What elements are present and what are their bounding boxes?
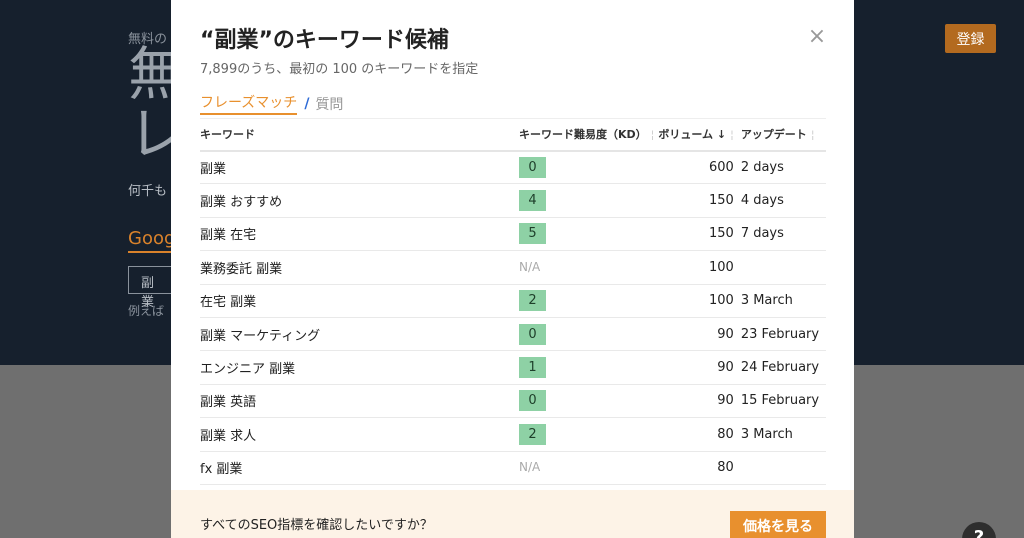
update-cell: 3 March: [733, 284, 826, 318]
volume-cell: 100: [654, 250, 734, 285]
kd-na-label: N/A: [519, 259, 541, 274]
keyword-cell: 業務委託 副業: [200, 250, 519, 285]
keyword-cell: 在宅 副業: [200, 284, 519, 318]
volume-cell: 100: [654, 284, 734, 318]
column-header-keyword: キーワード: [200, 118, 519, 152]
keyword-cell: 副業: [200, 150, 519, 185]
keyword-cell: 副業 マーケティング: [200, 317, 519, 352]
table-row[interactable]: エンジニア 副業 1 90 24 February: [200, 350, 826, 385]
volume-cell: 90: [654, 350, 734, 385]
tab-questions[interactable]: 質問: [315, 94, 343, 114]
keyword-cell: 副業 求人: [200, 417, 519, 452]
kd-cell: 0: [519, 384, 655, 419]
update-cell: 15 February: [733, 384, 826, 419]
kd-badge: 5: [519, 223, 546, 245]
update-cell: 23 February: [733, 317, 826, 352]
kd-badge: 0: [519, 323, 546, 345]
volume-cell: 80: [654, 451, 734, 485]
keyword-table: キーワード キーワード難易度（KD） ¦ ボリューム ↓ ¦ アップデート ¦ 副業 0…: [200, 118, 826, 485]
kd-badge: 2: [519, 290, 546, 312]
close-icon[interactable]: ×: [805, 24, 829, 49]
table-row[interactable]: 在宅 副業 2 100 3 March: [200, 284, 826, 318]
kd-cell: 4: [519, 183, 655, 218]
update-cell: 2 days: [733, 150, 826, 185]
footer-question: すべてのSEO指標を確認したいですか？: [200, 518, 433, 533]
keyword-cell: 副業 おすすめ: [200, 183, 519, 218]
kd-cell: N/A: [519, 250, 655, 285]
table-row[interactable]: 副業 在宅 5 150 7 days: [200, 217, 826, 252]
volume-cell: 600: [654, 150, 734, 185]
update-cell: [733, 451, 826, 485]
keyword-cell: 副業 英語: [200, 384, 519, 419]
update-cell: 4 days: [733, 183, 826, 218]
table-body: 副業 0 600 2 days 副業 おすすめ 4 150 4 days 副業 在宅 5 150 7 …: [200, 150, 826, 485]
kd-cell: N/A: [519, 451, 655, 485]
kd-cell: 1: [519, 350, 655, 385]
kd-cell: 0: [519, 150, 655, 185]
kd-badge: 4: [519, 190, 546, 212]
update-cell: 3 March: [733, 417, 826, 452]
tab-phrase-match[interactable]: フレーズマッチ: [200, 92, 298, 115]
column-header-volume[interactable]: ボリューム ↓ ¦: [654, 118, 734, 152]
volume-cell: 150: [654, 217, 734, 252]
keyword-cell: fx 副業: [200, 451, 519, 485]
see-pricing-button[interactable]: 価格を見る: [730, 511, 826, 538]
kd-badge: 1: [519, 357, 546, 379]
volume-cell: 80: [654, 417, 734, 452]
column-header-update[interactable]: アップデート ¦: [733, 118, 826, 152]
table-row[interactable]: 業務委託 副業 N/A 100: [200, 250, 826, 285]
kd-cell: 5: [519, 217, 655, 252]
volume-cell: 90: [654, 384, 734, 419]
kd-cell: 2: [519, 417, 655, 452]
update-cell: 7 days: [733, 217, 826, 252]
table-row[interactable]: 副業 おすすめ 4 150 4 days: [200, 183, 826, 218]
modal-subtitle: 7,899のうち、最初の 100 のキーワードを指定: [200, 62, 479, 77]
modal-title: “副業”のキーワード候補: [200, 28, 449, 53]
background-example-text: 例えば: [128, 304, 165, 318]
kd-na-label: N/A: [519, 460, 541, 475]
kd-cell: 2: [519, 284, 655, 318]
tab-separator: /: [304, 95, 310, 112]
table-row[interactable]: 副業 英語 0 90 15 February: [200, 384, 826, 419]
kd-badge: 0: [519, 390, 546, 412]
register-button[interactable]: 登録: [945, 24, 996, 53]
background-subtext: 何千も: [128, 184, 168, 199]
kd-cell: 0: [519, 317, 655, 352]
background-google-tab: Goog: [128, 228, 176, 253]
column-header-kd[interactable]: キーワード難易度（KD） ¦: [519, 118, 655, 152]
kd-badge: 2: [519, 423, 546, 445]
keyword-cell: エンジニア 副業: [200, 350, 519, 385]
kd-badge: 0: [519, 156, 546, 178]
update-cell: 24 February: [733, 350, 826, 385]
keyword-cell: 副業 在宅: [200, 217, 519, 252]
volume-cell: 90: [654, 317, 734, 352]
table-header-row: キーワード キーワード難易度（KD） ¦ ボリューム ↓ ¦ アップデート ¦: [200, 118, 826, 152]
table-row[interactable]: 副業 0 600 2 days: [200, 150, 826, 185]
tab-bar: フレーズマッチ / 質問: [200, 92, 343, 115]
upgrade-footer: すべてのSEO指標を確認したいですか？ 価格を見る: [171, 490, 854, 538]
table-row[interactable]: 副業 求人 2 80 3 March: [200, 417, 826, 452]
update-cell: [733, 250, 826, 285]
volume-cell: 150: [654, 183, 734, 218]
table-row[interactable]: 副業 マーケティング 0 90 23 February: [200, 317, 826, 352]
keyword-suggestions-modal: “副業”のキーワード候補 7,899のうち、最初の 100 のキーワードを指定 …: [171, 0, 854, 538]
table-row[interactable]: fx 副業 N/A 80: [200, 451, 826, 485]
